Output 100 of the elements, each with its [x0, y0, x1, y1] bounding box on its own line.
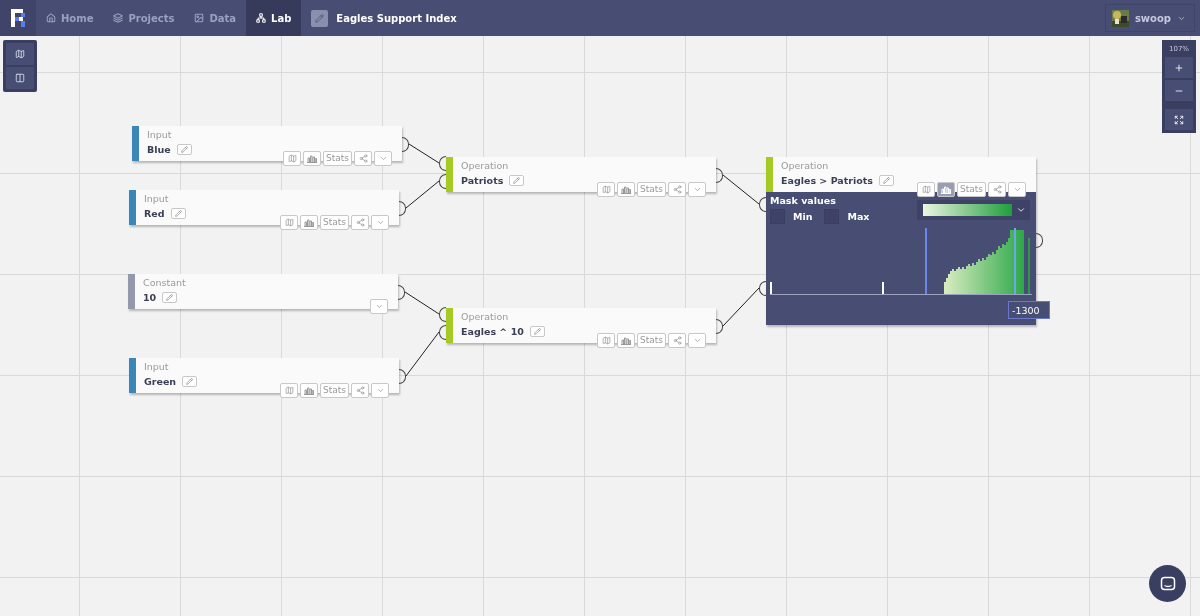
node-card[interactable]: Constant 10: [128, 274, 398, 309]
split-view-button[interactable]: [6, 67, 34, 89]
edit-button[interactable]: [878, 175, 894, 186]
range-tick: [882, 282, 884, 294]
share-icon: [355, 218, 365, 227]
stats-button[interactable]: Stats: [320, 215, 349, 230]
map-button[interactable]: [280, 215, 298, 230]
share-button[interactable]: [351, 215, 369, 230]
dropdown-button[interactable]: [371, 215, 389, 230]
house-icon: [46, 13, 56, 23]
map-icon: [287, 154, 297, 163]
map-icon: [601, 336, 611, 345]
project-title: Eagles Support Index: [336, 12, 457, 24]
pencil-icon: [513, 177, 521, 184]
share-button[interactable]: [354, 151, 372, 166]
stats-button[interactable]: Stats: [637, 333, 666, 348]
share-button[interactable]: [988, 182, 1006, 197]
user-menu[interactable]: swoop: [1104, 4, 1195, 32]
map-icon: [15, 49, 25, 59]
chevron-down-icon: [692, 185, 702, 194]
histogram-button[interactable]: [300, 215, 318, 230]
share-button[interactable]: [668, 333, 686, 348]
edit-button[interactable]: [162, 292, 178, 303]
columns-icon: [15, 73, 25, 83]
histogram-button[interactable]: [300, 383, 318, 398]
share-button[interactable]: [668, 182, 686, 197]
zoom-out-button[interactable]: [1165, 80, 1193, 101]
stats-button[interactable]: Stats: [320, 383, 349, 398]
dropdown-button[interactable]: [1008, 182, 1026, 197]
stats-button[interactable]: Stats: [957, 182, 986, 197]
dropdown-button[interactable]: [688, 182, 706, 197]
map-button[interactable]: [917, 182, 935, 197]
pencil-icon: [180, 146, 188, 153]
chevron-down-icon: [375, 218, 385, 227]
logo-icon[interactable]: [0, 0, 36, 36]
node-name: Green: [144, 375, 177, 388]
fit-view-button[interactable]: [1165, 109, 1193, 130]
histogram-button[interactable]: [617, 333, 635, 348]
edit-button[interactable]: [182, 376, 198, 387]
node-type: Operation: [781, 159, 830, 172]
zoom-in-button[interactable]: [1165, 57, 1193, 78]
edit-button[interactable]: [170, 208, 186, 219]
histogram-button[interactable]: [617, 182, 635, 197]
share-button[interactable]: [351, 383, 369, 398]
dropdown-button[interactable]: [374, 151, 392, 166]
edit-button[interactable]: [311, 9, 329, 27]
share-icon: [672, 185, 682, 194]
value-field[interactable]: -1300: [1008, 301, 1050, 319]
node-type: Input: [144, 192, 170, 205]
map-button[interactable]: [597, 182, 615, 197]
node-kind-stripe: [446, 157, 453, 192]
connector-line: [405, 331, 440, 377]
node-type: Input: [144, 360, 170, 373]
stats-button[interactable]: Stats: [637, 182, 666, 197]
chat-icon: [1159, 575, 1176, 592]
histogram-button[interactable]: [303, 151, 321, 166]
map-button[interactable]: [280, 383, 298, 398]
node-type: Operation: [461, 310, 510, 323]
map-icon: [284, 386, 294, 395]
share-icon: [358, 154, 368, 163]
dropdown-button[interactable]: [371, 383, 389, 398]
range-tick: [770, 282, 772, 294]
bar-chart-icon: [621, 185, 631, 194]
nav-tab[interactable]: Home: [36, 0, 104, 36]
dropdown-button[interactable]: [688, 333, 706, 348]
edit-button[interactable]: [529, 326, 545, 337]
pencil-icon: [315, 13, 325, 23]
node-name: Eagles > Patriots: [781, 174, 873, 187]
node-kind-stripe: [128, 274, 135, 309]
map-button[interactable]: [597, 333, 615, 348]
map-button[interactable]: [6, 43, 34, 65]
color-ramp-select[interactable]: [917, 200, 1030, 220]
chevron-down-icon: [375, 386, 385, 395]
node-kind-stripe: [132, 126, 139, 161]
share-icon: [992, 185, 1002, 194]
histogram-button[interactable]: [937, 182, 955, 197]
bar-chart-icon: [304, 218, 314, 227]
stats-button[interactable]: Stats: [323, 151, 352, 166]
map-icon: [601, 185, 611, 194]
chevron-down-icon: [378, 154, 388, 163]
panel-title: Mask values: [770, 195, 836, 206]
chat-button[interactable]: [1149, 565, 1186, 602]
node-name: 10: [143, 291, 157, 304]
pencil-icon: [174, 210, 182, 217]
node-type: Operation: [461, 159, 510, 172]
dropdown-button[interactable]: [370, 299, 388, 314]
pencil-icon: [166, 294, 174, 301]
chevron-down-icon: [374, 302, 384, 311]
nav-tab[interactable]: Data: [184, 0, 247, 36]
node-kind-stripe: [129, 190, 136, 225]
map-button[interactable]: [283, 151, 301, 166]
node-kind-stripe: [129, 358, 136, 393]
share-icon: [672, 336, 682, 345]
nav-tab[interactable]: Lab: [246, 0, 302, 36]
connector-line: [405, 180, 440, 209]
nav-tab[interactable]: Projects: [103, 0, 185, 36]
edit-button[interactable]: [176, 144, 192, 155]
edit-button[interactable]: [509, 175, 525, 186]
bar-chart-icon: [307, 154, 317, 163]
connector-line: [722, 174, 760, 205]
